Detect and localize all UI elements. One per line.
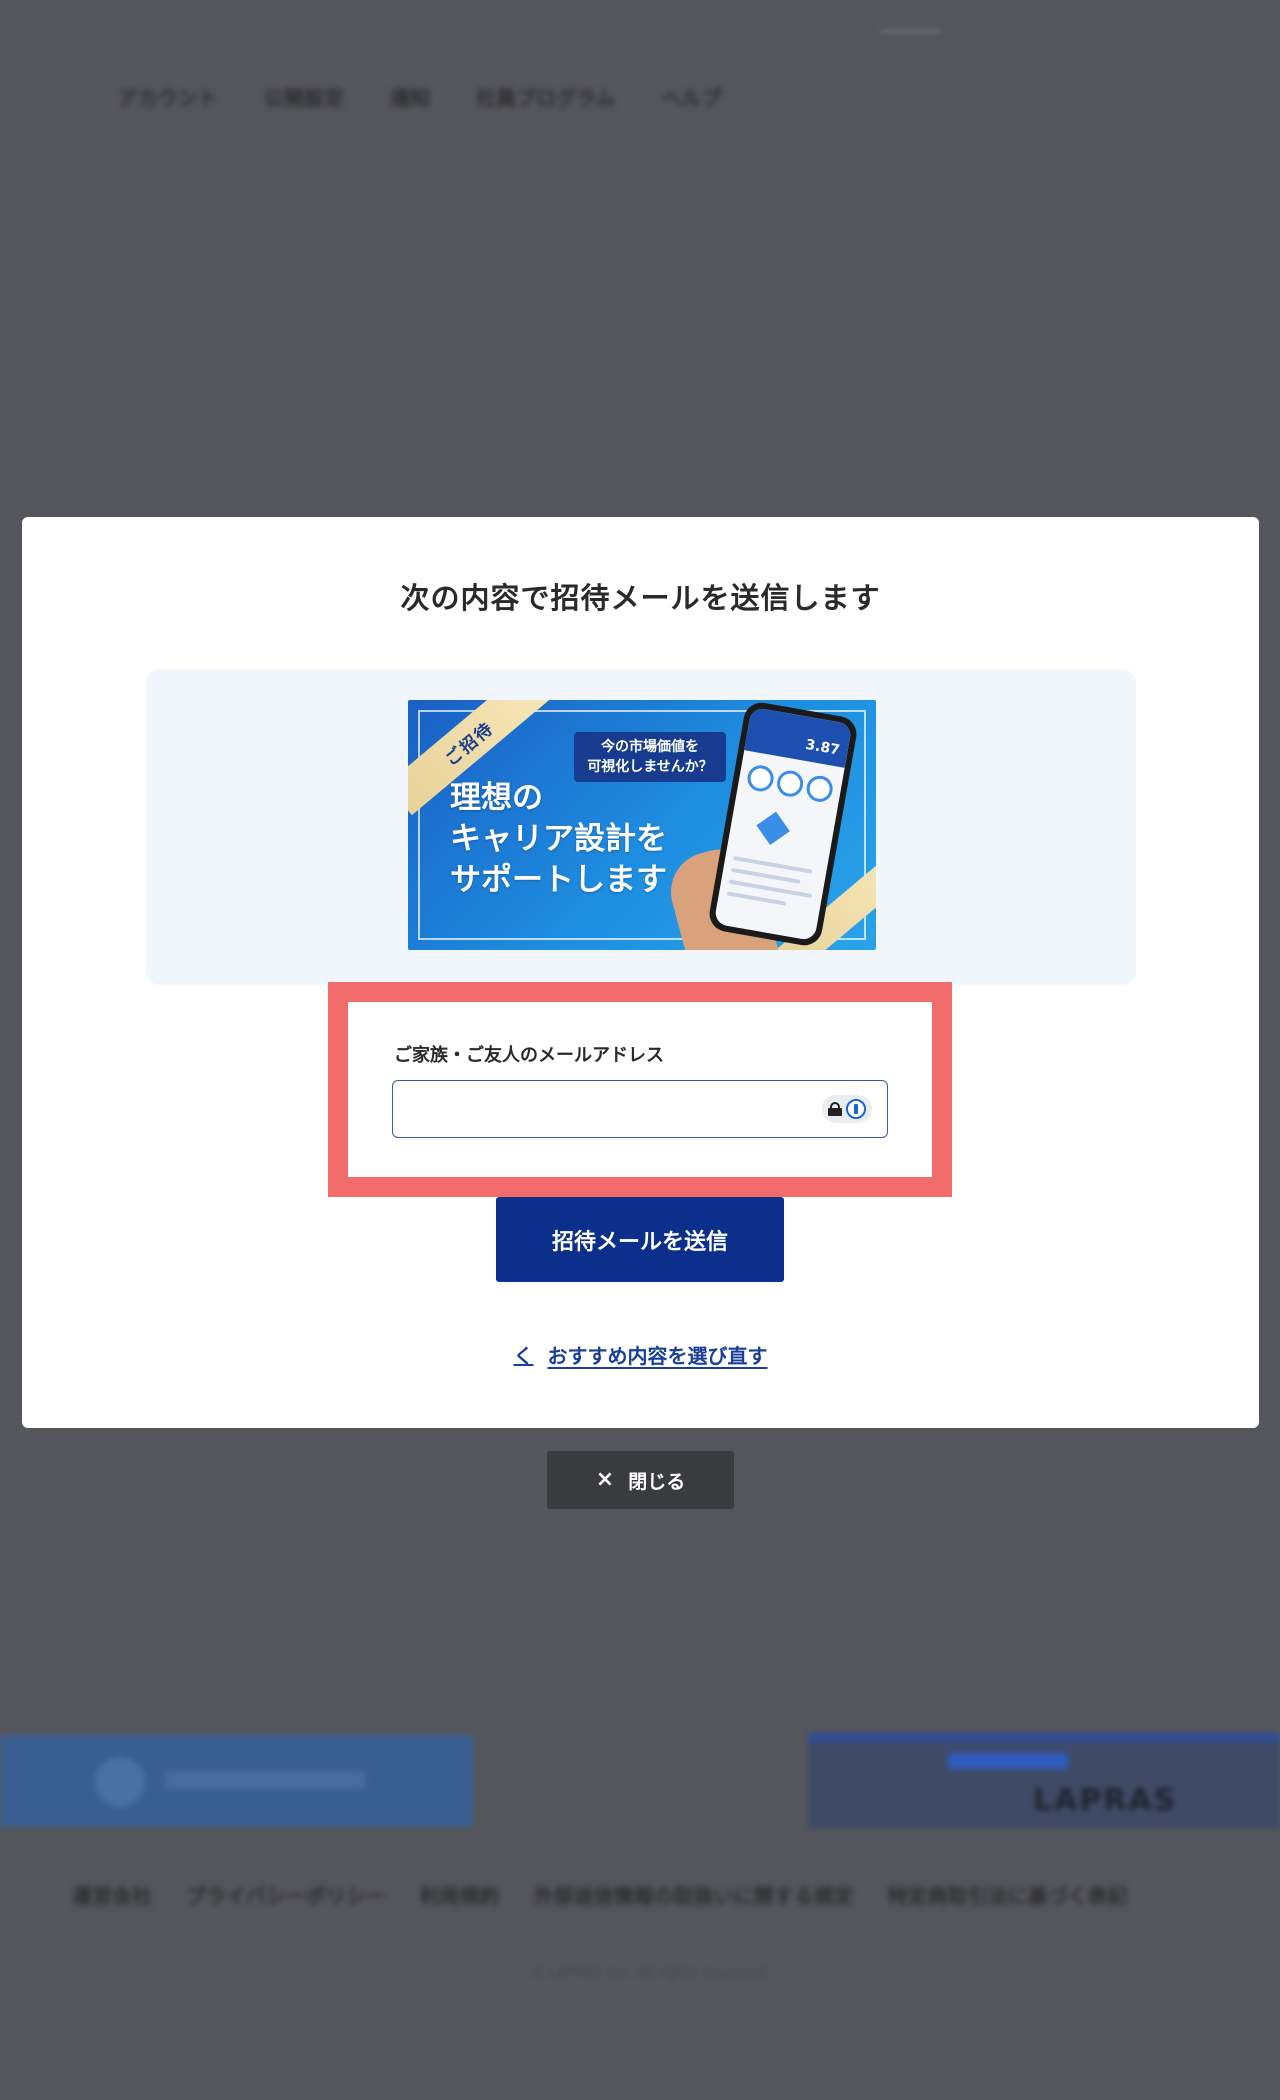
chevron-left-icon: く	[513, 1344, 534, 1368]
bubble-line: 今の市場価値を	[601, 739, 699, 755]
bg-banner-text	[165, 1771, 365, 1789]
close-label: 閉じる	[628, 1470, 686, 1493]
bg-nav-item: ヘルプ	[661, 86, 722, 110]
invite-banner-image: ご招待 3.87 今の市場価値を 可視化しませんか？ 理想の キャリア設計を サ…	[408, 700, 876, 950]
phone-gauge	[804, 773, 835, 804]
headline-line: キャリア設計を	[450, 821, 667, 857]
modal-title: 次の内容で招待メールを送信します	[400, 581, 881, 615]
bg-nav-item: 通知	[390, 86, 430, 110]
lock-icon	[828, 1102, 842, 1116]
close-icon: ×	[595, 1467, 615, 1492]
invite-modal: 次の内容で招待メールを送信します ご招待 3.87 今の市場価値を 可視化しませ…	[22, 517, 1259, 1428]
email-label: ご家族・ご友人のメールアドレス	[394, 1045, 664, 1066]
bg-banner-icon	[95, 1757, 145, 1807]
bg-banner-logo: LAPRAS	[1033, 1783, 1178, 1818]
phone-cube	[756, 811, 790, 846]
background-banner-right: LAPRAS	[808, 1733, 1280, 1828]
bg-footer-link: 運営会社	[72, 1884, 152, 1908]
headline-line: サポートします	[450, 862, 667, 898]
bg-footer-link: 特定商取引法に基づく表記	[887, 1884, 1128, 1908]
background-footer-links: 運営会社 プライバシーポリシー 利用規約 外部送信情報の取扱いに関する規定 特定…	[72, 1880, 1128, 1909]
bg-banner-band	[808, 1733, 1280, 1743]
headline-line: 理想の	[450, 780, 543, 816]
bg-banner-pill	[948, 1753, 1068, 1769]
phone-text-line	[726, 891, 787, 906]
reselect-label: おすすめ内容を選び直す	[547, 1344, 768, 1368]
bg-nav-item: 社員プログラム	[476, 86, 616, 110]
bg-nav-item: 公開設定	[264, 86, 344, 110]
bg-copyright: © LAPRAS Inc. All rights reserved.	[530, 1965, 769, 1981]
bg-top-indicator	[880, 30, 940, 33]
phone-gauge	[745, 763, 776, 794]
bg-footer-link: プライバシーポリシー	[186, 1884, 386, 1908]
bg-footer-link: 外部送信情報の取扱いに関する規定	[533, 1884, 854, 1908]
phone-header	[744, 706, 853, 768]
close-button[interactable]: × 閉じる	[547, 1451, 734, 1509]
banner-speech-bubble: 今の市場価値を 可視化しませんか？	[574, 732, 726, 782]
bg-footer-link: 利用規約	[419, 1884, 500, 1908]
password-manager-widget[interactable]	[822, 1095, 872, 1123]
banner-headline: 理想の キャリア設計を サポートします	[450, 778, 667, 901]
background-nav: アカウント 公開設定 通知 社員プログラム ヘルプ	[118, 82, 721, 111]
email-input[interactable]	[392, 1080, 888, 1138]
phone-gauge	[775, 768, 806, 799]
background-banner-left	[0, 1735, 473, 1827]
bubble-line: 可視化しませんか？	[587, 759, 713, 775]
invite-preview: ご招待 3.87 今の市場価値を 可視化しませんか？ 理想の キャリア設計を サ…	[146, 669, 1136, 985]
reselect-content-link[interactable]: くおすすめ内容を選び直す	[22, 1340, 1259, 1369]
bg-nav-item: アカウント	[118, 86, 218, 110]
send-invite-button[interactable]: 招待メールを送信	[496, 1197, 784, 1282]
password-manager-icon	[846, 1099, 866, 1119]
